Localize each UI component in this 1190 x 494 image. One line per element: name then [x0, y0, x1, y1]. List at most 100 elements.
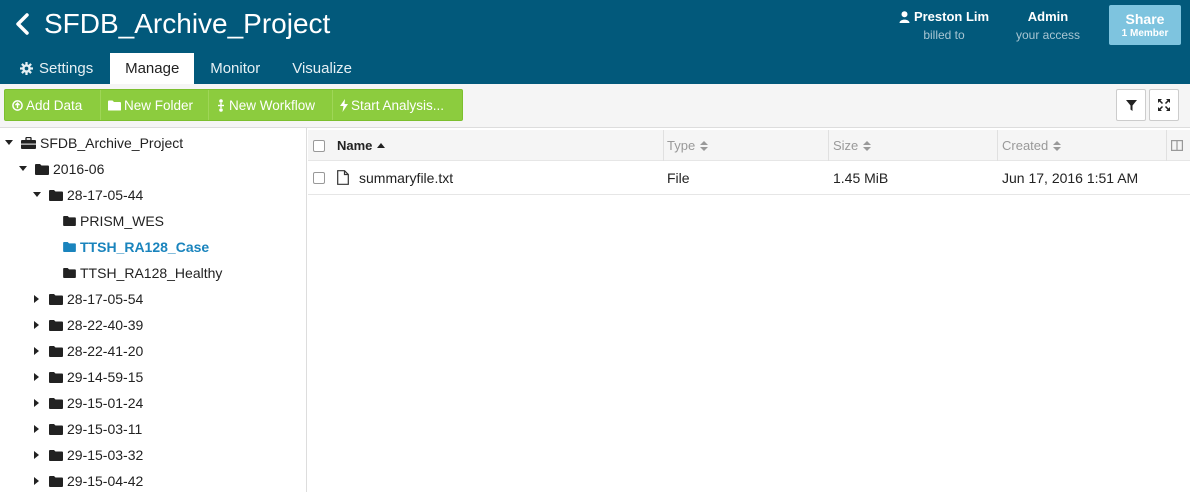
tab-settings[interactable]: Settings: [0, 53, 110, 84]
column-name-label: Name: [337, 138, 373, 153]
gear-icon: [20, 62, 33, 75]
manage-toolbar: Add Data New Folder New Workflow Start A…: [0, 84, 1190, 128]
tree-item-29-14-59-15[interactable]: 29-14-59-15: [32, 364, 143, 390]
tree-item-label: 28-22-40-39: [67, 317, 144, 333]
tree-item-label: 29-15-04-42: [67, 473, 144, 489]
tab-monitor[interactable]: Monitor: [194, 53, 276, 84]
column-header-size[interactable]: Size: [833, 130, 872, 161]
tree-item-label: 2016-06: [53, 161, 105, 177]
tree-item-28-17-05-54[interactable]: 28-17-05-54: [32, 286, 143, 312]
new-folder-label: New Folder: [124, 97, 194, 113]
columns-toggle-icon[interactable]: [1171, 140, 1183, 151]
column-header-name[interactable]: Name: [337, 130, 386, 161]
billed-user[interactable]: Preston Lim billed to: [889, 9, 999, 43]
tree-item-label: 29-15-01-24: [67, 395, 144, 411]
caret-right-icon[interactable]: [32, 450, 42, 460]
sort-ascending-icon: [377, 143, 386, 148]
table-header: Name Type Size Created: [308, 130, 1190, 161]
tree-item-2016-06[interactable]: 2016-06: [18, 156, 104, 182]
tree-item-ttsh-ra128-case[interactable]: TTSH_RA128_Case: [63, 234, 209, 260]
tree-item-29-15-03-11[interactable]: 29-15-03-11: [32, 416, 142, 442]
start-analysis-label: Start Analysis...: [351, 97, 445, 113]
select-all-checkbox[interactable]: [313, 140, 325, 152]
file-icon: [337, 170, 349, 185]
caret-right-icon[interactable]: [32, 398, 42, 408]
tree-item-29-15-01-24[interactable]: 29-15-01-24: [32, 390, 143, 416]
user-icon: [899, 10, 910, 23]
tree-item-label: PRISM_WES: [80, 213, 165, 229]
sort-icon: [863, 140, 872, 151]
column-header-type[interactable]: Type: [667, 130, 709, 161]
project-header: SFDB_Archive_Project Preston Lim billed …: [0, 0, 1190, 84]
file-created: Jun 17, 2016 1:51 AM: [1002, 170, 1139, 186]
tree-item-28-17-05-44[interactable]: 28-17-05-44: [32, 182, 143, 208]
tab-monitor-label: Monitor: [210, 60, 261, 77]
tree-item-label: 28-17-05-44: [67, 187, 144, 203]
tab-manage[interactable]: Manage: [110, 53, 195, 84]
column-divider: [663, 130, 664, 161]
column-divider: [997, 130, 998, 161]
filter-icon: [1125, 99, 1137, 111]
billed-to-label: billed to: [923, 28, 965, 42]
access-sub: your access: [1015, 28, 1081, 42]
caret-down-icon[interactable]: [4, 138, 14, 148]
tab-settings-label: Settings: [39, 60, 94, 77]
expand-button[interactable]: [1149, 89, 1179, 121]
column-created-label: Created: [1002, 138, 1049, 153]
start-analysis-button[interactable]: Start Analysis...: [333, 90, 462, 120]
caret-down-icon[interactable]: [18, 164, 28, 174]
caret-right-icon[interactable]: [32, 320, 42, 330]
caret-down-icon[interactable]: [32, 190, 42, 200]
filter-button[interactable]: [1116, 89, 1146, 121]
new-workflow-button[interactable]: New Workflow: [209, 90, 333, 120]
caret-right-icon[interactable]: [32, 424, 42, 434]
tree-item-label: 29-15-03-11: [67, 421, 143, 437]
row-checkbox[interactable]: [313, 172, 325, 184]
tab-visualize-label: Visualize: [292, 60, 352, 77]
folder-icon: [63, 242, 76, 252]
caret-right-icon[interactable]: [32, 346, 42, 356]
tree-item-ttsh-ra128-healthy[interactable]: TTSH_RA128_Healthy: [63, 260, 222, 286]
table-row[interactable]: summaryfile.txt File 1.45 MiB Jun 17, 20…: [308, 161, 1190, 195]
caret-right-icon[interactable]: [32, 476, 42, 486]
caret-right-icon[interactable]: [32, 372, 42, 382]
share-label: Share: [1125, 11, 1165, 27]
tree-item-label: SFDB_Archive_Project: [40, 135, 184, 151]
folder-icon: [35, 163, 49, 175]
expand-arrows-icon: [1158, 99, 1170, 111]
user-name: Preston Lim: [913, 9, 990, 24]
back-chevron-icon[interactable]: [13, 11, 35, 37]
column-divider: [828, 130, 829, 161]
share-member-count: 1 Member: [1121, 28, 1169, 39]
tree-item-prism-wes[interactable]: PRISM_WES: [63, 208, 164, 234]
tree-item-29-15-04-42[interactable]: 29-15-04-42: [32, 468, 143, 494]
folder-icon: [49, 345, 63, 357]
folder-icon: [49, 475, 63, 487]
new-workflow-label: New Workflow: [229, 97, 316, 113]
folder-icon: [63, 268, 76, 278]
file-size: 1.45 MiB: [833, 170, 889, 186]
sort-icon: [700, 140, 709, 151]
tree-item-label: 28-22-41-20: [67, 343, 144, 359]
folder-icon: [108, 100, 121, 110]
tree-item-28-22-41-20[interactable]: 28-22-41-20: [32, 338, 143, 364]
column-type-label: Type: [667, 138, 696, 153]
action-button-group: Add Data New Folder New Workflow Start A…: [4, 89, 463, 121]
tree-item-28-22-40-39[interactable]: 28-22-40-39: [32, 312, 143, 338]
tree-item-label: TTSH_RA128_Case: [80, 239, 210, 255]
tree-item-project-root[interactable]: SFDB_Archive_Project: [4, 130, 183, 156]
column-header-created[interactable]: Created: [1002, 130, 1062, 161]
add-data-button[interactable]: Add Data: [5, 90, 101, 120]
folder-icon: [49, 423, 63, 435]
tree-item-29-15-03-32[interactable]: 29-15-03-32: [32, 442, 143, 468]
add-data-label: Add Data: [26, 97, 83, 113]
file-name-link[interactable]: summaryfile.txt: [359, 161, 453, 195]
folder-icon: [49, 371, 63, 383]
file-type: File: [667, 170, 690, 186]
share-button[interactable]: Share 1 Member: [1109, 5, 1181, 45]
new-folder-button[interactable]: New Folder: [101, 90, 209, 120]
caret-right-icon[interactable]: [32, 294, 42, 304]
tree-item-label: TTSH_RA128_Healthy: [80, 265, 223, 281]
project-title: SFDB_Archive_Project: [44, 8, 331, 39]
tab-visualize[interactable]: Visualize: [276, 53, 368, 84]
